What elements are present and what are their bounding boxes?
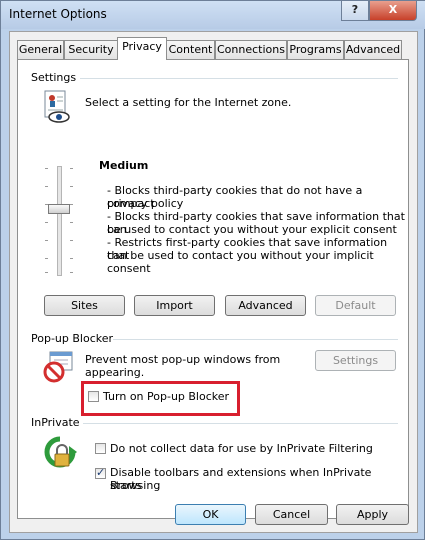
disable-toolbars-checkbox[interactable]	[95, 466, 106, 479]
apply-button[interactable]: Apply	[336, 504, 409, 525]
title-bar[interactable]: Internet Options ? X	[1, 1, 425, 29]
tab-privacy[interactable]: Privacy	[117, 37, 167, 60]
tab-programs[interactable]: Programs	[287, 40, 344, 59]
internet-options-window: Internet Options ? X General Security Pr…	[0, 0, 425, 540]
tab-connections[interactable]: Connections	[215, 40, 287, 59]
zone-prompt: Select a setting for the Internet zone.	[85, 96, 292, 109]
dialog-client-area: General Security Privacy Content Connect…	[9, 31, 418, 533]
disable-toolbars-label-line1[interactable]: Disable toolbars and extensions when InP…	[110, 466, 408, 492]
tab-advanced[interactable]: Advanced	[344, 40, 402, 59]
settings-group-divider	[80, 78, 398, 79]
popup-settings-button[interactable]: Settings	[315, 350, 396, 371]
inprivate-filtering-label[interactable]: Do not collect data for use by InPrivate…	[110, 442, 373, 455]
popup-blocked-icon	[43, 351, 73, 383]
slider-thumb[interactable]	[48, 204, 70, 215]
tab-content[interactable]: Content	[166, 40, 215, 59]
inprivate-group-divider	[83, 423, 398, 424]
import-button[interactable]: Import	[134, 295, 215, 316]
help-button[interactable]: ?	[341, 1, 369, 21]
advanced-button[interactable]: Advanced	[225, 295, 306, 316]
level-description-line: be used to contact you without your expl…	[107, 223, 397, 236]
window-title: Internet Options	[9, 7, 107, 21]
privacy-document-eye-icon	[44, 90, 70, 123]
level-description-line: privacy policy	[107, 197, 184, 210]
settings-group-title: Settings	[31, 71, 77, 84]
tab-general[interactable]: General	[17, 40, 64, 59]
popup-group-divider	[113, 339, 398, 340]
level-description-line: can be used to contact you without your …	[107, 249, 374, 275]
popup-group-title: Pop-up Blocker	[31, 332, 114, 345]
slider-track[interactable]	[57, 166, 62, 276]
sites-button[interactable]: Sites	[44, 295, 125, 316]
inprivate-filtering-checkbox[interactable]	[95, 443, 106, 454]
privacy-level-name: Medium	[99, 159, 149, 172]
ok-button[interactable]: OK	[175, 504, 246, 525]
popup-description-line2: appearing.	[85, 366, 145, 379]
cancel-button[interactable]: Cancel	[255, 504, 328, 525]
close-button[interactable]: X	[369, 1, 417, 21]
inprivate-lock-icon	[44, 436, 77, 468]
default-button[interactable]: Default	[315, 295, 396, 316]
popup-description-line1: Prevent most pop-up windows from	[85, 353, 281, 366]
tab-security[interactable]: Security	[64, 40, 118, 59]
privacy-tab-panel: Settings Select a setting for the Intern…	[17, 59, 409, 519]
inprivate-group-title: InPrivate	[31, 416, 80, 429]
highlight-box	[81, 381, 240, 416]
disable-toolbars-label-line2[interactable]: starts	[110, 479, 141, 492]
